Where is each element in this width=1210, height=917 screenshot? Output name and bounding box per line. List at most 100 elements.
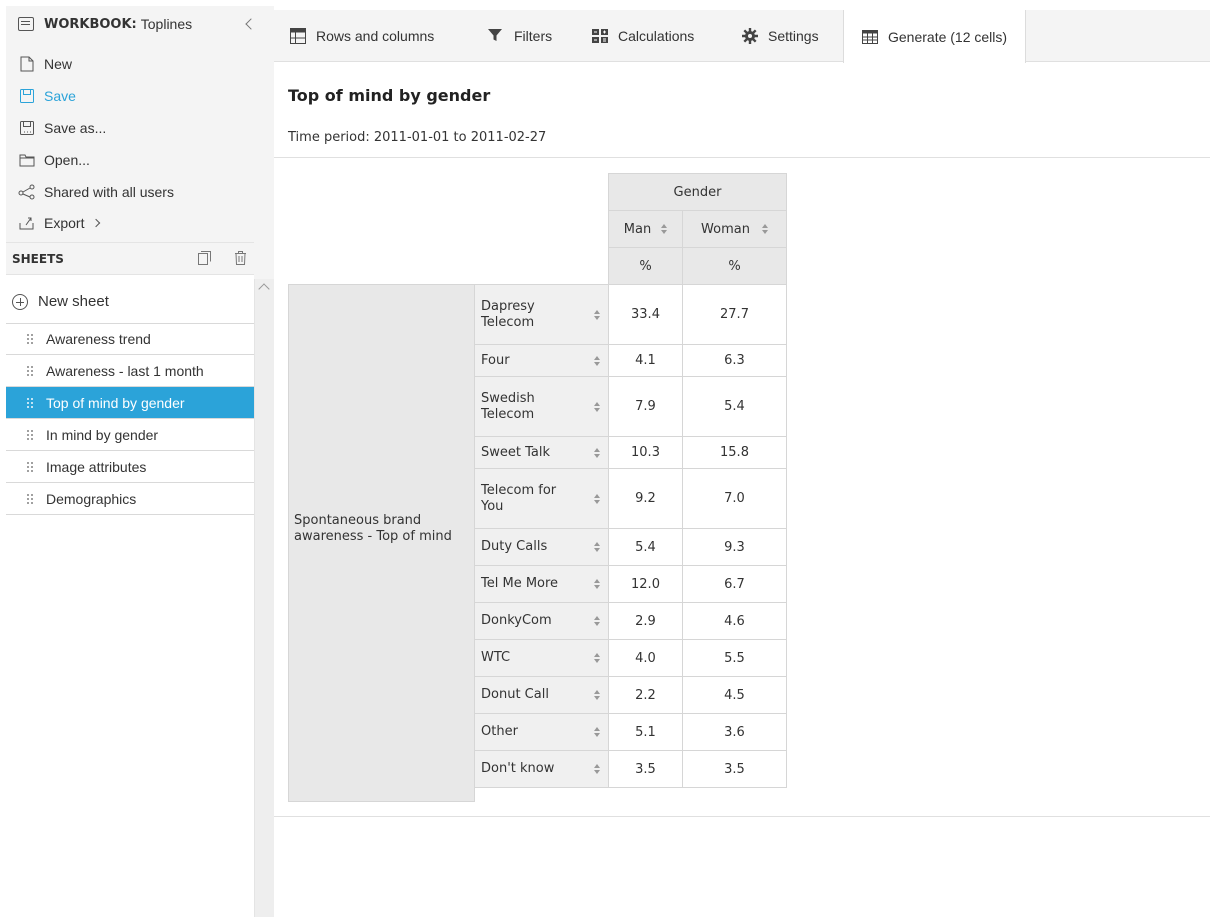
drag-handle-icon[interactable] <box>26 460 34 473</box>
sheet-item-label: Awareness trend <box>46 331 151 347</box>
tab-calculations[interactable]: Calculations <box>592 10 694 62</box>
sheet-item-label: Image attributes <box>46 458 147 475</box>
row-header[interactable]: Sweet Talk <box>474 436 609 469</box>
tab-label: Settings <box>768 28 819 44</box>
workbook-title: WORKBOOK: Toplines <box>18 16 192 32</box>
row-header-label: Don't know <box>481 761 555 776</box>
menu-new-label: New <box>44 56 73 72</box>
row-header[interactable]: Four <box>474 344 609 377</box>
sheet-item-top-of-mind-by-gender[interactable]: Top of mind by gender <box>6 387 254 419</box>
sidebar-scrollbar[interactable] <box>254 279 274 917</box>
row-header[interactable]: Duty Calls <box>474 528 609 566</box>
new-sheet-label: New sheet <box>38 293 109 310</box>
drag-handle-icon[interactable] <box>26 428 34 441</box>
save-as-icon <box>18 120 36 136</box>
workbook-name: Toplines <box>140 16 193 32</box>
row-header[interactable]: Other <box>474 713 609 751</box>
menu-shared[interactable]: Shared with all users <box>18 181 174 203</box>
sheet-item-awareness-last-1-month[interactable]: Awareness - last 1 month <box>6 355 254 387</box>
table-cell-woman: 5.4 <box>682 376 787 437</box>
table-icon <box>862 29 878 45</box>
menu-export[interactable]: Export <box>18 212 101 234</box>
sort-icon[interactable] <box>594 614 600 628</box>
calculator-icon <box>592 28 608 44</box>
sort-icon[interactable] <box>661 222 668 236</box>
gear-icon <box>742 28 758 44</box>
delete-sheet-icon[interactable] <box>234 251 247 269</box>
table-cell-woman: 5.5 <box>682 639 787 677</box>
table-cell-woman: 6.3 <box>682 344 787 377</box>
table-cell-man: 7.9 <box>608 376 683 437</box>
sort-icon[interactable] <box>594 446 600 460</box>
row-header-label: Four <box>481 352 510 368</box>
sheet-item-demographics[interactable]: Demographics <box>6 483 254 515</box>
row-header[interactable]: Telecom for You <box>474 468 609 529</box>
row-group-label: Spontaneous brand awareness - Top of min… <box>288 284 475 802</box>
sort-icon[interactable] <box>594 540 600 554</box>
sort-icon[interactable] <box>594 492 600 506</box>
sheets-header: SHEETS <box>6 242 254 274</box>
menu-new[interactable]: New <box>18 53 72 75</box>
row-header[interactable]: DonkyCom <box>474 602 609 640</box>
new-sheet-button[interactable]: New sheet <box>12 293 109 310</box>
new-file-icon <box>18 56 36 72</box>
table-grid-icon <box>290 28 306 44</box>
menu-save[interactable]: Save <box>18 85 76 107</box>
sort-icon[interactable] <box>594 688 600 702</box>
sort-icon[interactable] <box>761 222 768 236</box>
sort-icon[interactable] <box>594 400 600 414</box>
row-header[interactable]: Donut Call <box>474 676 609 714</box>
unit-header-woman: % <box>682 247 787 285</box>
tab-rows-and-columns[interactable]: Rows and columns <box>290 10 434 62</box>
chevron-right-icon <box>92 218 101 228</box>
table-cell-man: 5.1 <box>608 713 683 751</box>
table-cell-woman: 7.0 <box>682 468 787 529</box>
tab-filters[interactable]: Filters <box>488 10 552 62</box>
sort-icon[interactable] <box>594 308 600 322</box>
column-group-header: Gender <box>608 173 787 211</box>
column-header-man[interactable]: Man <box>608 210 683 248</box>
table-cell-man: 2.9 <box>608 602 683 640</box>
sort-icon[interactable] <box>594 354 600 368</box>
table-cell-man: 3.5 <box>608 750 683 788</box>
table-cell-woman: 3.6 <box>682 713 787 751</box>
column-header-label: Man <box>623 221 652 237</box>
row-header-label: DonkyCom <box>481 613 552 628</box>
column-header-woman[interactable]: Woman <box>682 210 787 248</box>
table-cell-man: 10.3 <box>608 436 683 469</box>
row-header[interactable]: Tel Me More <box>474 565 609 603</box>
sheet-item-label: Demographics <box>46 490 137 507</box>
sheet-item-awareness-trend[interactable]: Awareness trend <box>6 323 254 355</box>
collapse-sidebar-icon[interactable] <box>245 18 257 30</box>
sort-icon[interactable] <box>594 725 600 739</box>
drag-handle-icon[interactable] <box>26 492 34 505</box>
row-header[interactable]: Dapresy Telecom <box>474 284 609 345</box>
workbook-label: WORKBOOK: <box>44 16 137 32</box>
drag-handle-icon[interactable] <box>26 396 34 409</box>
table-cell-man: 12.0 <box>608 565 683 603</box>
sheet-list: Awareness trend Awareness - last 1 month… <box>6 323 254 515</box>
table-cell-woman: 15.8 <box>682 436 787 469</box>
sort-icon[interactable] <box>594 577 600 591</box>
tab-settings[interactable]: Settings <box>742 10 819 62</box>
sheet-item-in-mind-by-gender[interactable]: In mind by gender <box>6 419 254 451</box>
menu-open[interactable]: Open... <box>18 149 90 171</box>
sheet-item-image-attributes[interactable]: Image attributes <box>6 451 254 483</box>
drag-handle-icon[interactable] <box>26 333 34 345</box>
sort-icon[interactable] <box>594 762 600 776</box>
time-period: Time period: 2011-01-01 to 2011-02-27 <box>288 130 547 145</box>
row-header[interactable]: WTC <box>474 639 609 677</box>
sheet-item-label: Awareness - last 1 month <box>46 362 204 379</box>
row-header[interactable]: Don't know <box>474 750 609 788</box>
tab-bar: Rows and columns Filters Calculations Se… <box>274 10 1210 63</box>
duplicate-sheet-icon[interactable] <box>198 251 211 269</box>
drag-handle-icon[interactable] <box>26 364 34 377</box>
menu-save-as[interactable]: Save as... <box>18 117 106 139</box>
row-header[interactable]: Swedish Telecom <box>474 376 609 437</box>
tab-generate[interactable]: Generate (12 cells) <box>843 10 1027 63</box>
scroll-up-icon[interactable] <box>258 283 270 295</box>
row-header-label: Telecom for You <box>481 482 557 514</box>
sort-icon[interactable] <box>594 651 600 665</box>
row-header-label: Duty Calls <box>481 539 548 554</box>
table-cell-man: 5.4 <box>608 528 683 566</box>
